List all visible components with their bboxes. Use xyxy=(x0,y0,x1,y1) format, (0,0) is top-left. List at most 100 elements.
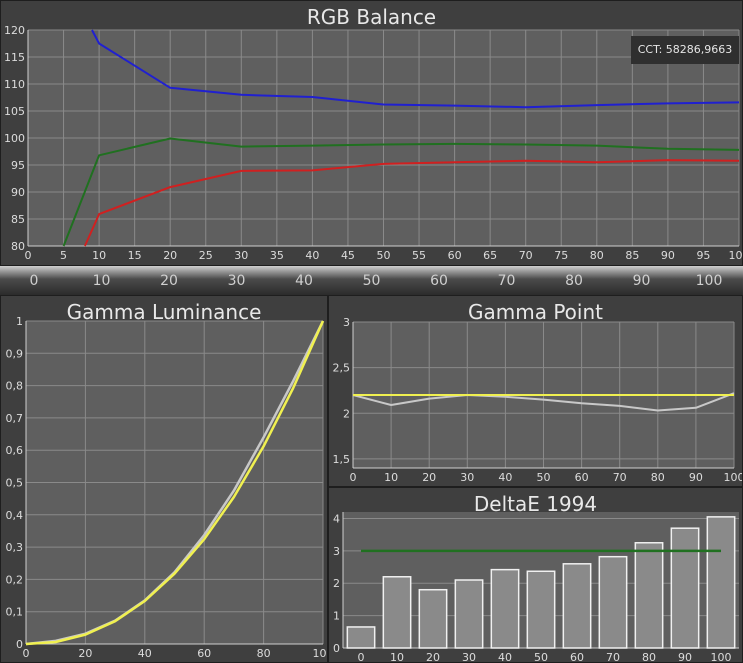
x-tick-label: 30 xyxy=(460,471,474,484)
bar-10 xyxy=(382,576,412,649)
x-tick-label: 30 xyxy=(462,651,476,663)
bar-40 xyxy=(490,568,520,649)
x-tick-label: 50 xyxy=(377,249,391,262)
y-tick-label: 120 xyxy=(4,24,25,37)
strip-tick-label: 20 xyxy=(160,273,178,289)
y-tick-label: 4 xyxy=(333,512,340,525)
y-tick-label: 80 xyxy=(11,240,25,253)
x-tick-label: 95 xyxy=(696,249,710,262)
y-tick-label: 1,5 xyxy=(333,453,351,466)
y-tick-label: 85 xyxy=(11,213,25,226)
x-tick-label: 50 xyxy=(537,471,551,484)
y-tick-label: 2,5 xyxy=(333,362,351,375)
y-tick-label: 0 xyxy=(333,642,340,655)
y-tick-label: 0,1 xyxy=(6,606,24,619)
y-tick-label: 100 xyxy=(4,132,25,145)
bar-70 xyxy=(598,555,628,649)
calibration-report: RGB Balance 0 5 10 15 20 25 30 35 40 45 50 55 60 65 70… xyxy=(0,0,743,663)
x-tick-label: 80 xyxy=(257,647,271,660)
x-tick-label: 15 xyxy=(128,249,142,262)
x-tick-label: 35 xyxy=(270,249,284,262)
x-tick-label: 10 xyxy=(390,651,404,663)
x-tick-label: 65 xyxy=(483,249,497,262)
x-tick-label: 85 xyxy=(625,249,639,262)
cct-readout: CCT: 58286,9663 xyxy=(631,36,739,64)
x-tick-label: 70 xyxy=(519,249,533,262)
strip-tick-label: 10 xyxy=(92,273,111,289)
x-tick-label: 90 xyxy=(689,471,703,484)
deltae-chart: 012340 10 20 30 40 50 60 70 80 90 100 xyxy=(333,512,739,663)
gamma-luminance-chart: 0 20 40 60 80 100 0 0,1 0,2 0,3 0,4 0,5 0,6 0,7 0,8 0,9… xyxy=(6,315,328,660)
strip-tick-label: 90 xyxy=(632,273,651,289)
x-tick-label: 100 xyxy=(313,647,329,660)
bar-100 xyxy=(706,516,736,649)
x-tick-label: 80 xyxy=(651,471,665,484)
y-tick-label: 0,4 xyxy=(6,509,24,522)
y-tick-label: 1 xyxy=(333,610,340,623)
rgb-balance-panel: RGB Balance 0 5 10 15 20 25 30 35 40 45 50 55 60 65 70… xyxy=(0,0,743,266)
x-tick-label: 40 xyxy=(498,471,512,484)
x-tick-label: 20 xyxy=(422,471,436,484)
y-tick-label: 0,2 xyxy=(6,573,24,586)
y-tick-label: 110 xyxy=(4,78,25,91)
x-tick-label: 60 xyxy=(575,471,589,484)
x-tick-label: 100 xyxy=(711,651,732,663)
x-tick-label: 0 xyxy=(23,647,30,660)
deltae-panel: DeltaE 1994 0 1 2 3 4 0 10 20 30 40 50 60 70 80 90 100 xyxy=(328,487,743,663)
y-tick-label: 1 xyxy=(16,315,23,328)
x-tick-label: 20 xyxy=(426,651,440,663)
strip-tick-label: 80 xyxy=(565,273,583,289)
y-tick-label: 0,7 xyxy=(6,412,24,425)
x-tick-label: 55 xyxy=(412,249,426,262)
x-tick-label: 70 xyxy=(606,651,620,663)
x-tick-label: 0 xyxy=(358,651,365,663)
gamma-point-panel: Gamma Point 0 10 20 30 40 50 60 70 80 90 100 1,5 2 2,… xyxy=(328,295,743,487)
strip-tick-label: 50 xyxy=(362,273,381,289)
bar-20 xyxy=(418,588,448,649)
x-tick-label: 0 xyxy=(350,471,357,484)
x-tick-label: 60 xyxy=(570,651,584,663)
y-tick-label: 105 xyxy=(4,105,25,118)
stimulus-axis-strip: 0 10 20 30 40 50 60 70 80 90 100 xyxy=(0,266,743,295)
strip-tick-label: 100 xyxy=(695,273,723,289)
x-tick-label: 20 xyxy=(78,647,92,660)
x-tick-label: 75 xyxy=(554,249,568,262)
x-tick-label: 10 xyxy=(384,471,398,484)
x-tick-label: 80 xyxy=(590,249,604,262)
x-tick-label: 45 xyxy=(341,249,355,262)
y-tick-label: 0,6 xyxy=(6,444,24,457)
x-tick-label: 60 xyxy=(197,647,211,660)
y-tick-label: 2 xyxy=(333,577,340,590)
x-tick-label: 60 xyxy=(448,249,462,262)
y-tick-label: 3 xyxy=(333,545,340,558)
x-tick-label: 90 xyxy=(678,651,692,663)
y-tick-label: 0,3 xyxy=(6,541,24,554)
gamma-luminance-panel: Gamma Luminance 0 20 40 60 80 100 0 0,1 0,2 0,3 0,… xyxy=(0,295,328,663)
x-tick-label: 20 xyxy=(163,249,177,262)
x-tick-label: 100 xyxy=(724,471,743,484)
y-tick-label: 0,9 xyxy=(6,347,24,360)
x-tick-label: 40 xyxy=(138,647,152,660)
x-tick-label: 80 xyxy=(642,651,656,663)
x-tick-label: 90 xyxy=(661,249,675,262)
bar-50 xyxy=(526,570,556,649)
x-tick-label: 40 xyxy=(498,651,512,663)
y-tick-label: 3 xyxy=(343,316,350,329)
bar-60 xyxy=(562,563,592,649)
y-tick-label: 0 xyxy=(16,638,23,651)
strip-tick-label: 40 xyxy=(295,273,313,289)
x-tick-label: 25 xyxy=(199,249,213,262)
bar-30 xyxy=(454,579,484,649)
bar-80 xyxy=(634,542,664,649)
x-tick-label: 40 xyxy=(305,249,319,262)
strip-tick-label: 70 xyxy=(497,273,516,289)
y-tick-label: 95 xyxy=(11,159,25,172)
gamma-point-chart: 0 10 20 30 40 50 60 70 80 90 100 1,5 2 2,5 3 xyxy=(333,316,743,484)
x-tick-label: 100 xyxy=(729,249,743,262)
x-tick-label: 5 xyxy=(60,249,67,262)
y-tick-label: 2 xyxy=(343,407,350,420)
y-tick-label: 115 xyxy=(4,51,25,64)
x-tick-label: 50 xyxy=(534,651,548,663)
x-tick-label: 0 xyxy=(25,249,32,262)
y-tick-label: 90 xyxy=(11,186,25,199)
